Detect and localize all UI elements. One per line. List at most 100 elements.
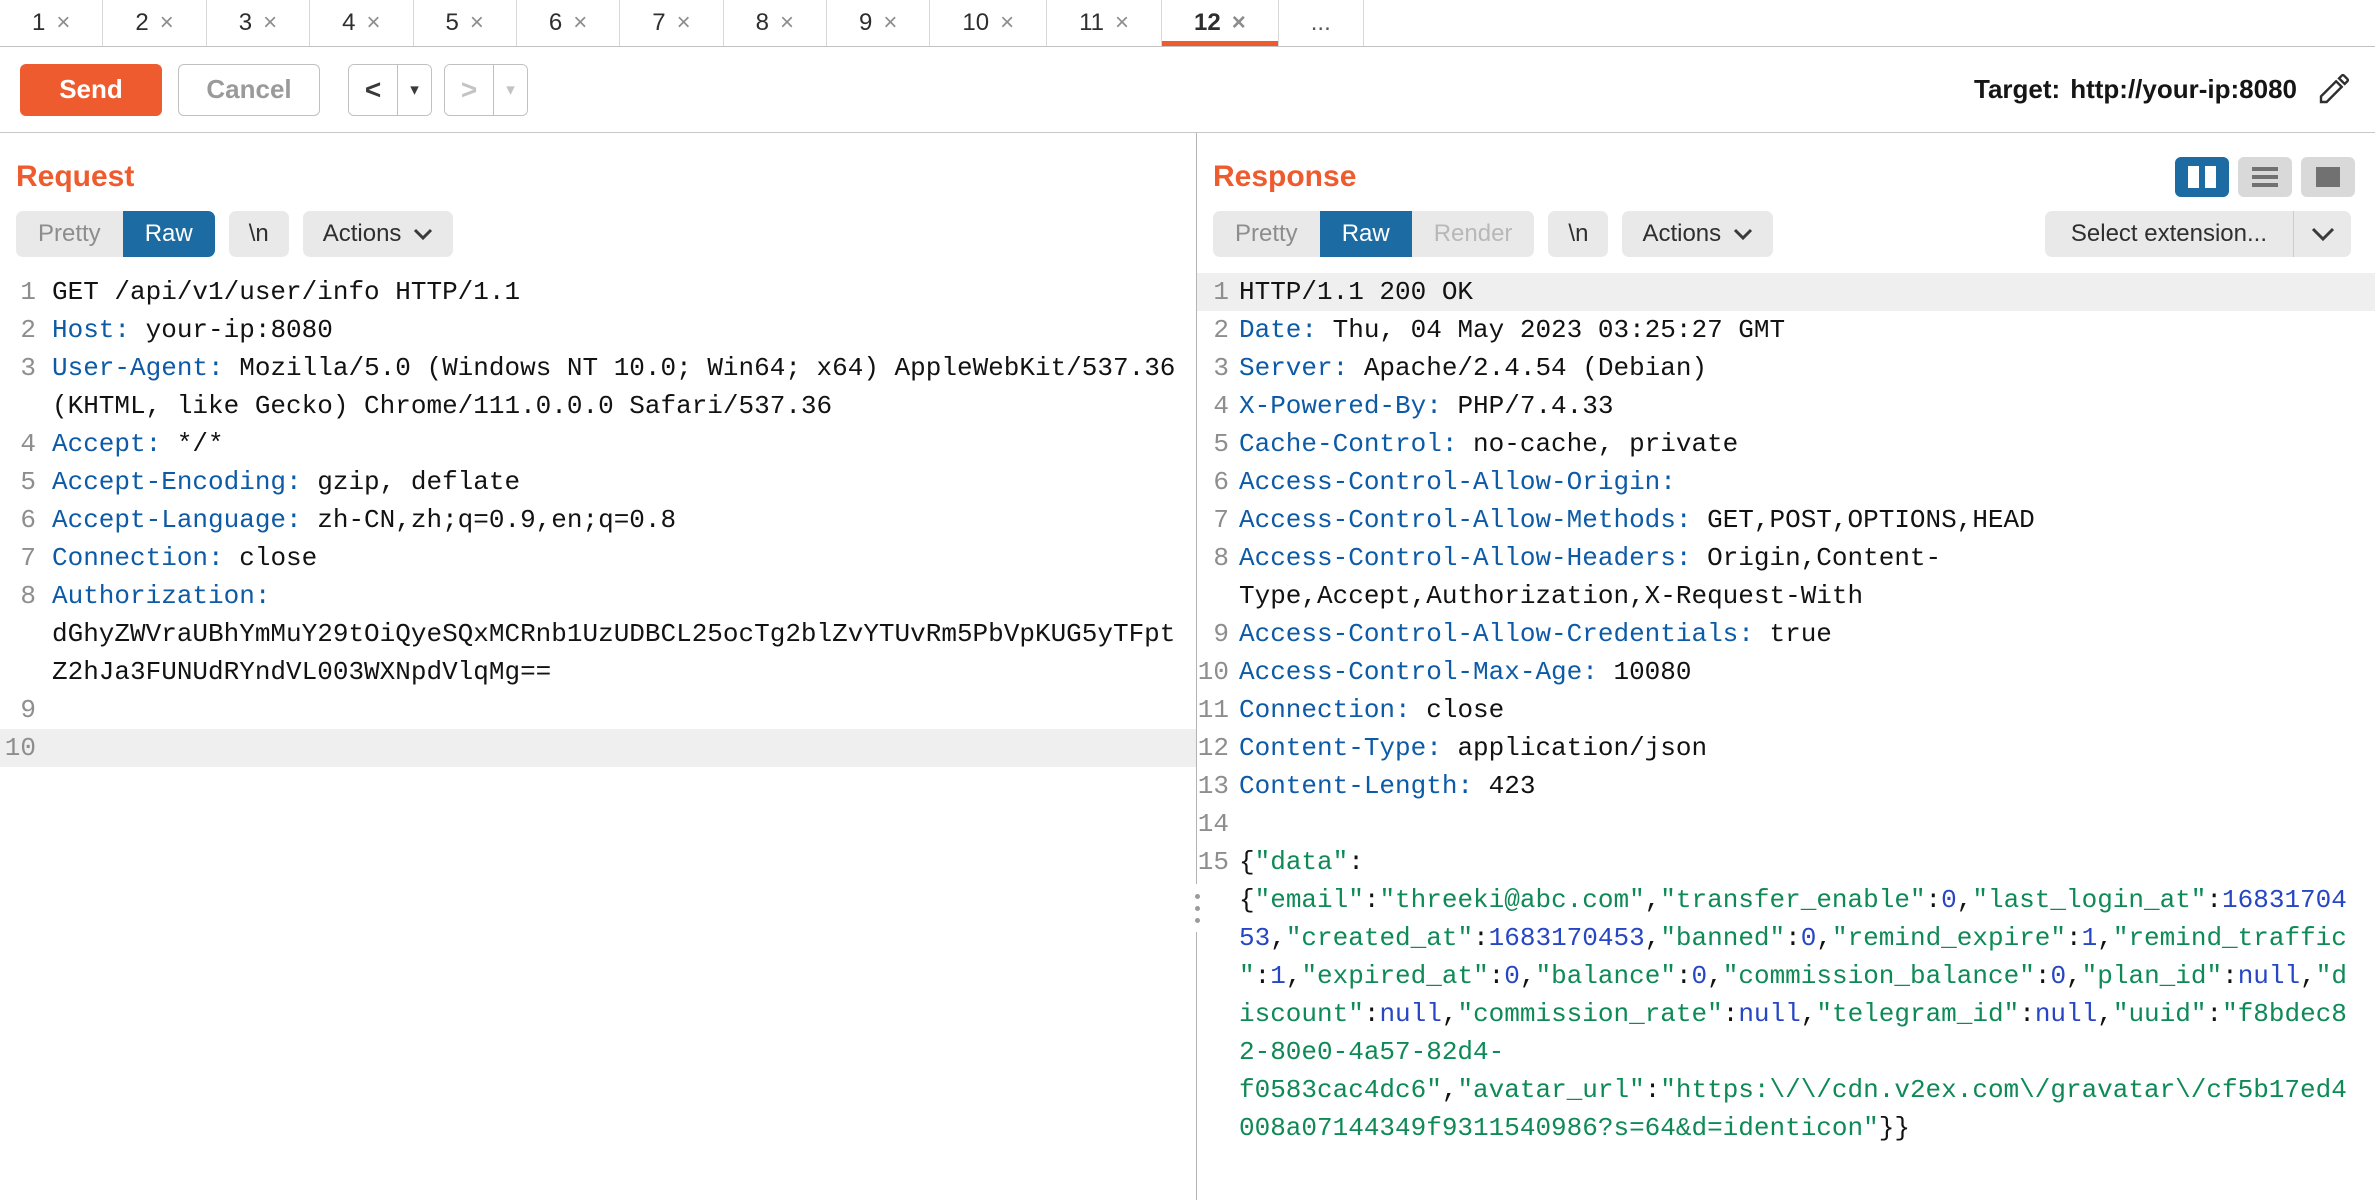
layout-single-button[interactable] [2301, 157, 2355, 197]
tab-close-icon[interactable]: × [470, 11, 484, 35]
repeater-tab-12[interactable]: 12× [1162, 0, 1279, 46]
response-code-line-9[interactable]: 9Access-Control-Allow-Credentials: true [1197, 615, 2375, 653]
response-actions-button[interactable]: Actions [1622, 211, 1773, 257]
response-code-line-7[interactable]: 7Access-Control-Allow-Methods: GET,POST,… [1197, 501, 2375, 539]
tab-close-icon[interactable]: × [883, 11, 897, 35]
tab-close-icon[interactable]: × [263, 11, 277, 35]
repeater-tab-5[interactable]: 5× [414, 0, 517, 46]
repeater-tab-6[interactable]: 6× [517, 0, 620, 46]
response-code-line-5[interactable]: 5Cache-Control: no-cache, private [1197, 425, 2375, 463]
response-editor[interactable]: 1HTTP/1.1 200 OK2Date: Thu, 04 May 2023 … [1197, 273, 2375, 1200]
code-text: Connection: close [1239, 691, 2375, 729]
response-code-line-2[interactable]: 2Date: Thu, 04 May 2023 03:25:27 GMT [1197, 311, 2375, 349]
request-code-line-6[interactable]: 6Accept-Language: zh-CN,zh;q=0.9,en;q=0.… [0, 501, 1196, 539]
response-code-line-13[interactable]: 13Content-Length: 423 [1197, 767, 2375, 805]
request-panel-title: Request [16, 160, 134, 194]
tab-label: 11 [1079, 9, 1104, 37]
history-back-dropdown-icon[interactable]: ▾ [397, 65, 431, 115]
tab-label: 9 [859, 9, 872, 37]
layout-columns-button[interactable] [2175, 157, 2229, 197]
tab-close-icon[interactable]: × [573, 11, 587, 35]
repeater-tab-10[interactable]: 10× [930, 0, 1047, 46]
history-forward-group: > ▾ [444, 64, 528, 116]
line-number: 2 [1197, 311, 1239, 349]
chevron-down-icon [1733, 228, 1753, 241]
response-tab-raw[interactable]: Raw [1320, 211, 1412, 257]
tab-close-icon[interactable]: × [56, 11, 70, 35]
response-code-line-8[interactable]: 8Access-Control-Allow-Headers: Origin,Co… [1197, 539, 2375, 615]
response-code-line-6[interactable]: 6Access-Control-Allow-Origin: [1197, 463, 2375, 501]
request-code-line-2[interactable]: 2Host: your-ip:8080 [0, 311, 1196, 349]
tab-overflow[interactable]: ... [1279, 0, 1364, 46]
line-number: 9 [0, 691, 52, 729]
repeater-tab-3[interactable]: 3× [207, 0, 310, 46]
request-tab-pretty[interactable]: Pretty [16, 211, 123, 257]
request-editor[interactable]: 1GET /api/v1/user/info HTTP/1.12Host: yo… [0, 273, 1196, 1200]
tab-close-icon[interactable]: × [1000, 11, 1014, 35]
tab-label: 5 [446, 9, 459, 37]
request-code-line-3[interactable]: 3User-Agent: Mozilla/5.0 (Windows NT 10.… [0, 349, 1196, 425]
tab-label: 4 [342, 9, 355, 37]
layout-rows-button[interactable] [2238, 157, 2292, 197]
request-code-line-1[interactable]: 1GET /api/v1/user/info HTTP/1.1 [0, 273, 1196, 311]
tab-close-icon[interactable]: × [780, 11, 794, 35]
response-code-line-14[interactable]: 14 [1197, 805, 2375, 843]
history-back-button[interactable]: < [349, 65, 397, 115]
history-forward-button[interactable]: > [445, 65, 493, 115]
tab-close-icon[interactable]: × [366, 11, 380, 35]
tab-label: 8 [756, 9, 769, 37]
request-actions-button[interactable]: Actions [303, 211, 454, 257]
repeater-tab-2[interactable]: 2× [103, 0, 206, 46]
request-code-line-10[interactable]: 10 [0, 729, 1196, 767]
line-number: 4 [0, 425, 52, 463]
request-code-line-7[interactable]: 7Connection: close [0, 539, 1196, 577]
panel-resize-handle[interactable] [1177, 884, 1217, 932]
tab-label: 3 [239, 9, 252, 37]
repeater-tab-4[interactable]: 4× [310, 0, 413, 46]
repeater-tab-7[interactable]: 7× [620, 0, 723, 46]
response-code-line-1[interactable]: 1HTTP/1.1 200 OK [1197, 273, 2375, 311]
request-tab-raw[interactable]: Raw [123, 211, 215, 257]
select-extension-dropdown[interactable] [2293, 211, 2351, 257]
line-number: 1 [1197, 273, 1239, 311]
request-code-line-5[interactable]: 5Accept-Encoding: gzip, deflate [0, 463, 1196, 501]
linebreak-label: \n [249, 220, 269, 248]
response-code-line-10[interactable]: 10Access-Control-Max-Age: 10080 [1197, 653, 2375, 691]
response-code-line-4[interactable]: 4X-Powered-By: PHP/7.4.33 [1197, 387, 2375, 425]
pencil-icon[interactable] [2315, 72, 2351, 108]
line-number: 8 [0, 577, 52, 615]
response-linebreak-toggle[interactable]: \n [1548, 211, 1608, 257]
response-viewbar: Pretty Raw Render \n Actions Select exte… [1197, 211, 2375, 257]
response-code-line-11[interactable]: 11Connection: close [1197, 691, 2375, 729]
request-code-line-9[interactable]: 9 [0, 691, 1196, 729]
line-number: 3 [1197, 349, 1239, 387]
select-extension-button[interactable]: Select extension... [2045, 211, 2293, 257]
response-code-line-15[interactable]: 15{"data":{"email":"threeki@abc.com","tr… [1197, 843, 2375, 1147]
request-linebreak-toggle[interactable]: \n [229, 211, 289, 257]
tab-close-icon[interactable]: × [677, 11, 691, 35]
tab-label: 6 [549, 9, 562, 37]
line-number: 6 [1197, 463, 1239, 501]
repeater-tab-1[interactable]: 1× [0, 0, 103, 46]
line-number: 4 [1197, 387, 1239, 425]
repeater-tab-8[interactable]: 8× [724, 0, 827, 46]
repeater-tab-11[interactable]: 11 × [1047, 0, 1162, 46]
request-code-line-8[interactable]: 8Authorization: dGhyZWVraUBhYmMuY29tOiQy… [0, 577, 1196, 691]
tab-close-icon[interactable]: × [160, 11, 174, 35]
response-code-line-3[interactable]: 3Server: Apache/2.4.54 (Debian) [1197, 349, 2375, 387]
burp-repeater-window: { "colors": { "accent_orange": "#ee5b2e"… [0, 0, 2375, 1202]
history-forward-dropdown-icon[interactable]: ▾ [493, 65, 527, 115]
line-number: 12 [1197, 729, 1239, 767]
response-tab-pretty[interactable]: Pretty [1213, 211, 1320, 257]
repeater-tab-9[interactable]: 9× [827, 0, 930, 46]
send-button[interactable]: Send [20, 64, 162, 116]
code-text: Content-Length: 423 [1239, 767, 2375, 805]
tab-close-icon[interactable]: × [1115, 11, 1129, 35]
tab-close-icon[interactable]: × [1232, 11, 1246, 35]
response-tab-render[interactable]: Render [1412, 211, 1535, 257]
request-code-line-4[interactable]: 4Accept: */* [0, 425, 1196, 463]
code-text: Access-Control-Allow-Methods: GET,POST,O… [1239, 501, 2375, 539]
chevron-down-icon [2311, 227, 2335, 242]
response-code-line-12[interactable]: 12Content-Type: application/json [1197, 729, 2375, 767]
cancel-button[interactable]: Cancel [178, 64, 320, 116]
